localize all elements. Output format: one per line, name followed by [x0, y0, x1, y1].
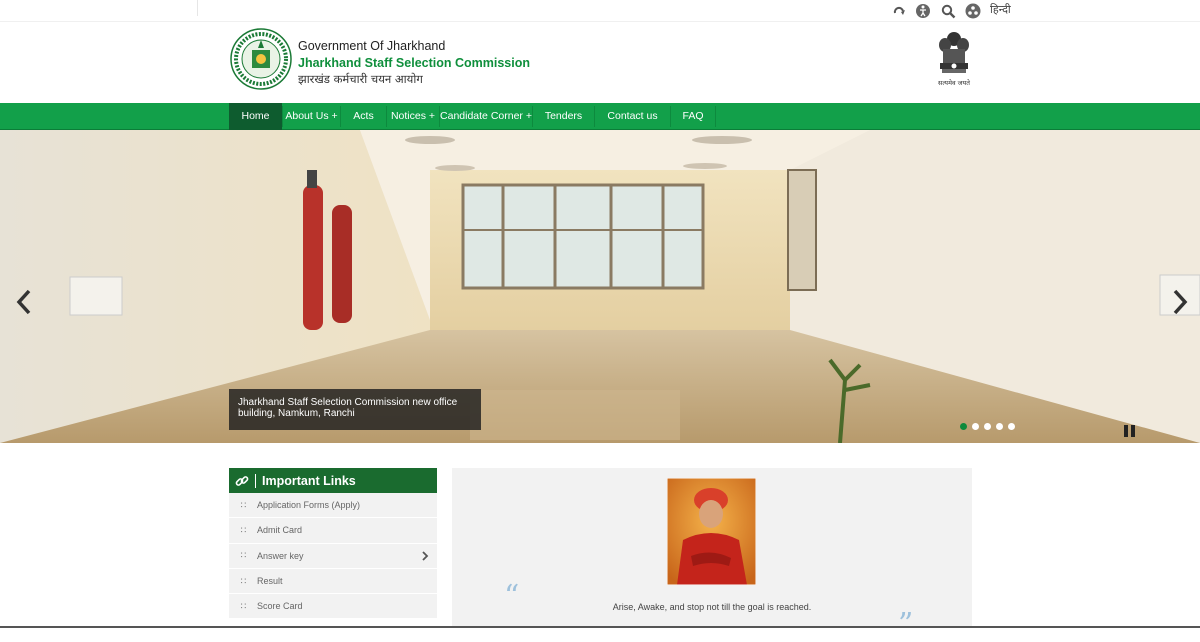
link-score-card[interactable]: ∷ Score Card — [229, 594, 437, 620]
link-label[interactable]: Score Card — [257, 601, 303, 611]
language-toggle[interactable]: हिन्दी — [990, 2, 1011, 17]
nav-acts[interactable]: Acts — [341, 103, 386, 130]
office-hall-photo — [0, 130, 1200, 443]
important-links-header: Important Links — [229, 468, 437, 493]
link-label[interactable]: Result — [257, 576, 283, 586]
toolbar-separator — [197, 0, 198, 16]
important-links-title: Important Links — [262, 473, 356, 488]
slider-caption: Jharkhand Staff Selection Commission new… — [229, 389, 481, 430]
link-result[interactable]: ∷ Result — [229, 569, 437, 595]
slider-pagination — [960, 423, 1015, 430]
nav-faq[interactable]: FAQ — [671, 103, 715, 130]
nav-home[interactable]: Home — [229, 103, 282, 130]
emblem-motto: सत्यमेव जयते — [938, 79, 970, 87]
link-icon — [229, 468, 255, 493]
slider-next-icon[interactable] — [1170, 288, 1190, 316]
grip-icon: ∷ — [240, 575, 247, 586]
header-divider — [255, 473, 256, 488]
grip-icon: ∷ — [240, 550, 247, 561]
main-navigation: Home About Us + Acts Notices + Candidate… — [0, 103, 1200, 130]
slider-dot[interactable] — [972, 423, 979, 430]
nav-candidate-corner[interactable]: Candidate Corner + — [440, 103, 532, 130]
nav-divider — [715, 106, 716, 127]
vivekananda-portrait — [667, 478, 756, 585]
important-links-panel: Important Links ∷ Application Forms (App… — [229, 468, 437, 628]
site-header: Government Of Jharkhand Jharkhand Staff … — [0, 22, 1200, 103]
chevron-right-icon[interactable] — [421, 550, 429, 562]
quote-text: Arise, Awake, and stop not till the goal… — [612, 602, 812, 612]
slider-dot[interactable] — [960, 423, 967, 430]
commission-hindi-name: झारखंड कर्मचारी चयन आयोग — [298, 72, 423, 86]
hero-slider: Jharkhand Staff Selection Commission new… — [0, 130, 1200, 443]
link-label[interactable]: Admit Card — [257, 525, 302, 535]
grip-icon: ∷ — [240, 524, 247, 535]
screen-reader-icon[interactable] — [890, 2, 908, 20]
nav-tenders[interactable]: Tenders — [533, 103, 594, 130]
link-admit-card[interactable]: ∷ Admit Card — [229, 518, 437, 544]
close-quote-mark: ” — [898, 607, 914, 642]
nav-about-us[interactable]: About Us + — [283, 103, 340, 130]
grip-icon: ∷ — [240, 499, 247, 510]
quote-panel: “ Arise, Awake, and stop not till the go… — [452, 468, 972, 640]
link-label[interactable]: Application Forms (Apply) — [257, 500, 360, 510]
government-line: Government Of Jharkhand — [298, 39, 446, 53]
important-links-list: ∷ Application Forms (Apply) ∷ Admit Card… — [229, 493, 437, 620]
slider-pause-icon[interactable] — [1124, 425, 1135, 437]
link-answer-key[interactable]: ∷ Answer key — [229, 544, 437, 569]
link-label[interactable]: Answer key — [257, 551, 304, 561]
search-icon[interactable] — [939, 2, 957, 20]
accessibility-icon[interactable] — [914, 2, 932, 20]
nav-contact-us[interactable]: Contact us — [595, 103, 670, 130]
sitemap-icon[interactable] — [964, 2, 982, 20]
link-application-forms[interactable]: ∷ Application Forms (Apply) — [229, 493, 437, 519]
slider-prev-icon[interactable] — [14, 288, 34, 316]
top-toolbar: हिन्दी — [0, 0, 1200, 22]
grip-icon: ∷ — [240, 600, 247, 611]
commission-name: Jharkhand Staff Selection Commission — [298, 56, 530, 70]
nav-notices[interactable]: Notices + — [387, 103, 439, 130]
slider-dot[interactable] — [1008, 423, 1015, 430]
slider-dot[interactable] — [984, 423, 991, 430]
jssc-logo-icon[interactable] — [230, 28, 292, 90]
slider-dot[interactable] — [996, 423, 1003, 430]
